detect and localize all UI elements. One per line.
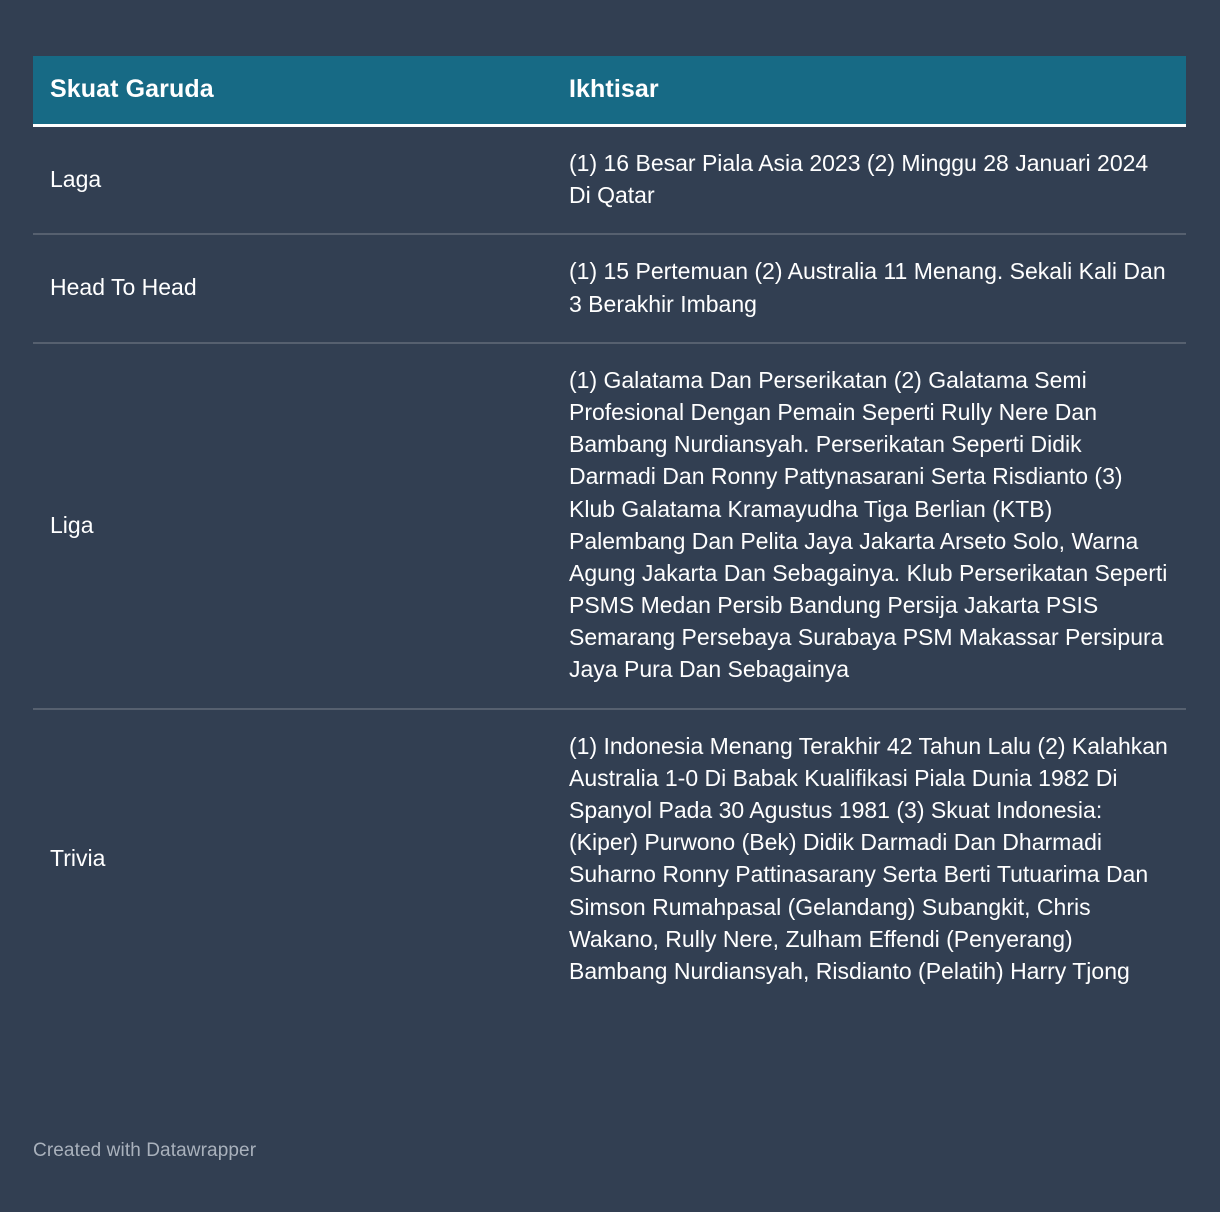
datawrapper-credit[interactable]: Created with Datawrapper — [33, 1140, 256, 1162]
data-table: Skuat Garuda Ikhtisar Laga (1) 16 Besar … — [33, 56, 1186, 1009]
column-header-ikhtisar[interactable]: Ikhtisar — [552, 56, 1186, 127]
row-label-head-to-head: Head To Head — [33, 234, 552, 344]
row-value-liga: (1) Galatama Dan Perserikatan (2) Galata… — [552, 342, 1186, 710]
table-row: Laga (1) 16 Besar Piala Asia 2023 (2) Mi… — [33, 125, 1186, 236]
row-label-liga: Liga — [33, 342, 552, 710]
column-header-skuat-garuda[interactable]: Skuat Garuda — [33, 56, 552, 127]
table-body: Laga (1) 16 Besar Piala Asia 2023 (2) Mi… — [33, 125, 1186, 1010]
row-label-laga: Laga — [33, 125, 552, 236]
table-header: Skuat Garuda Ikhtisar — [33, 56, 1186, 127]
row-value-trivia: (1) Indonesia Menang Terakhir 42 Tahun L… — [569, 732, 1168, 984]
row-value-head-to-head: (1) 15 Pertemuan (2) Australia 11 Menang… — [552, 234, 1186, 344]
table-row: Head To Head (1) 15 Pertemuan (2) Austra… — [33, 234, 1186, 344]
row-value-laga: (1) 16 Besar Piala Asia 2023 (2) Minggu … — [552, 125, 1186, 236]
table-page: Skuat Garuda Ikhtisar Laga (1) 16 Besar … — [0, 0, 1220, 1212]
table-row: Trivia (1) Indonesia Menang Terakhir 42 … — [33, 709, 1186, 1010]
table-row: Liga (1) Galatama Dan Perserikatan (2) G… — [33, 342, 1186, 710]
table-container: Skuat Garuda Ikhtisar Laga (1) 16 Besar … — [33, 56, 1186, 1009]
row-label-trivia: Trivia — [50, 845, 106, 872]
table-header-row: Skuat Garuda Ikhtisar — [33, 56, 1186, 127]
